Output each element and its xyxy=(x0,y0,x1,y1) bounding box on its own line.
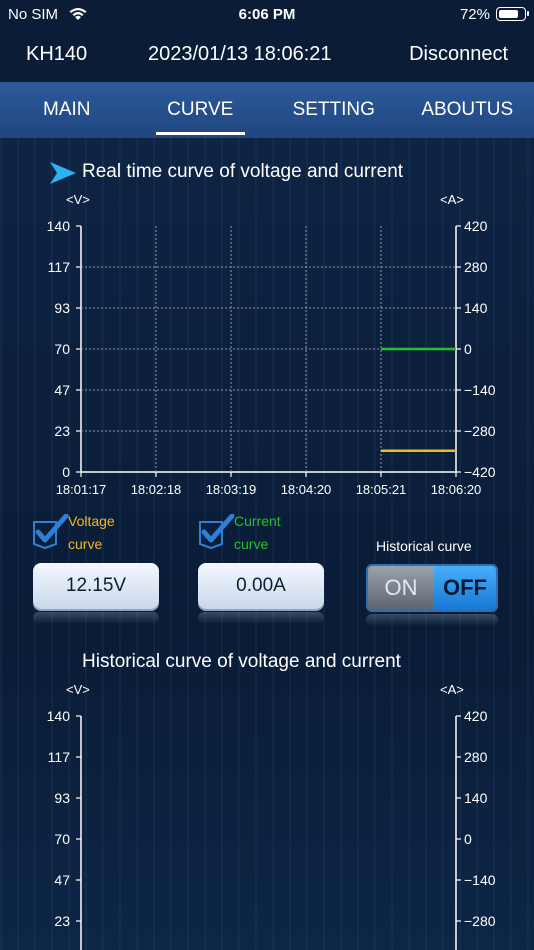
device-datetime: 2023/01/13 18:06:21 xyxy=(148,43,332,65)
y-tick-label-right: 140 xyxy=(464,790,488,806)
y-tick-label-right: −280 xyxy=(464,423,496,439)
toggle-off-option[interactable]: OFF xyxy=(434,566,496,610)
y-tick-label-left: 47 xyxy=(54,382,70,398)
toggle-reflection xyxy=(366,614,498,626)
y-tick-label-right: −140 xyxy=(464,872,496,888)
tab-aboutus[interactable]: ABOUTUS xyxy=(401,82,534,138)
historical-title: Historical curve of voltage and current xyxy=(82,651,401,672)
curve-page: Real time curve of voltage and current <… xyxy=(0,138,534,950)
x-tick-label: 18:04:20 xyxy=(281,482,332,494)
current-checkbox[interactable] xyxy=(198,513,238,550)
y-tick-label-right: 0 xyxy=(464,341,472,357)
y-tick-label-left: 117 xyxy=(48,259,71,275)
disconnect-button[interactable]: Disconnect xyxy=(409,43,508,66)
y-tick-label-left: 23 xyxy=(54,913,70,929)
y-tick-label-left: 93 xyxy=(54,300,70,316)
y-tick-label-left: 117 xyxy=(48,749,71,765)
y-tick-label-left: 70 xyxy=(54,341,70,357)
button-reflection xyxy=(198,612,324,624)
historical-left-unit: <V> xyxy=(66,682,90,697)
x-tick-label: 18:03:19 xyxy=(206,482,257,494)
clock: 6:06 PM xyxy=(238,6,296,23)
y-tick-label-right: 420 xyxy=(464,218,488,234)
y-tick-label-left: 70 xyxy=(54,831,70,847)
historical-chart: 140 117 93 70 47 23 420 280 140 0 −140 −280 xyxy=(47,708,496,950)
y-tick-label-right: 280 xyxy=(464,749,488,765)
x-tick-label: 18:01:17 xyxy=(56,482,107,494)
y-tick-label-left: 0 xyxy=(62,464,70,480)
tab-main[interactable]: MAIN xyxy=(0,82,134,138)
battery-icon xyxy=(496,7,529,21)
current-curve-label-1: Current xyxy=(234,513,281,529)
voltage-curve-label-2: curve xyxy=(68,536,103,552)
y-tick-label-right: 140 xyxy=(464,300,488,316)
y-tick-label-left: 47 xyxy=(54,872,70,888)
tab-setting[interactable]: SETTING xyxy=(267,82,401,138)
status-bar: No SIM 6:06 PM 72% xyxy=(0,0,534,30)
historical-curve-label: Historical curve xyxy=(376,538,472,554)
realtime-title: Real time curve of voltage and current xyxy=(82,161,404,182)
current-value-display: 0.00A xyxy=(198,563,324,609)
realtime-chart: 140 117 93 70 47 23 0 420 280 140 0 −140 −280 −420 18:… xyxy=(47,218,496,494)
play-icon xyxy=(50,162,76,184)
device-name: KH140 xyxy=(26,43,88,65)
y-tick-label-right: 280 xyxy=(464,259,488,275)
checkbox-icon xyxy=(33,513,69,550)
tab-bar: MAIN CURVE SETTING ABOUTUS xyxy=(0,82,534,138)
y-tick-label-left: 140 xyxy=(47,708,71,724)
button-reflection xyxy=(33,612,159,624)
title-bar: KH140 2023/01/13 18:06:21 Disconnect xyxy=(0,30,534,82)
y-tick-label-left: 140 xyxy=(47,218,71,234)
x-tick-label: 18:05:21 xyxy=(356,482,407,494)
realtime-left-unit: <V> xyxy=(66,192,90,207)
voltage-value-display: 12.15V xyxy=(33,563,159,609)
tab-curve[interactable]: CURVE xyxy=(134,82,268,138)
y-tick-label-right: −420 xyxy=(464,464,496,480)
realtime-right-unit: <A> xyxy=(440,192,464,207)
x-tick-label: 18:06:20 xyxy=(431,482,482,494)
current-curve-label-2: curve xyxy=(234,536,269,552)
voltage-checkbox[interactable] xyxy=(32,513,72,550)
voltage-curve-label-1: Voltage xyxy=(68,513,115,529)
historical-right-unit: <A> xyxy=(440,682,464,697)
x-tick-label: 18:02:18 xyxy=(131,482,182,494)
y-tick-label-right: 420 xyxy=(464,708,488,724)
y-tick-label-right: −280 xyxy=(464,913,496,929)
historical-curve-toggle[interactable]: ON OFF xyxy=(366,564,498,612)
y-tick-label-left: 23 xyxy=(54,423,70,439)
battery-percent: 72% xyxy=(459,6,490,23)
y-tick-label-left: 93 xyxy=(54,790,70,806)
y-tick-label-right: −140 xyxy=(464,382,496,398)
y-tick-label-right: 0 xyxy=(464,831,472,847)
toggle-on-option[interactable]: ON xyxy=(368,566,434,610)
checkbox-icon xyxy=(199,513,235,550)
